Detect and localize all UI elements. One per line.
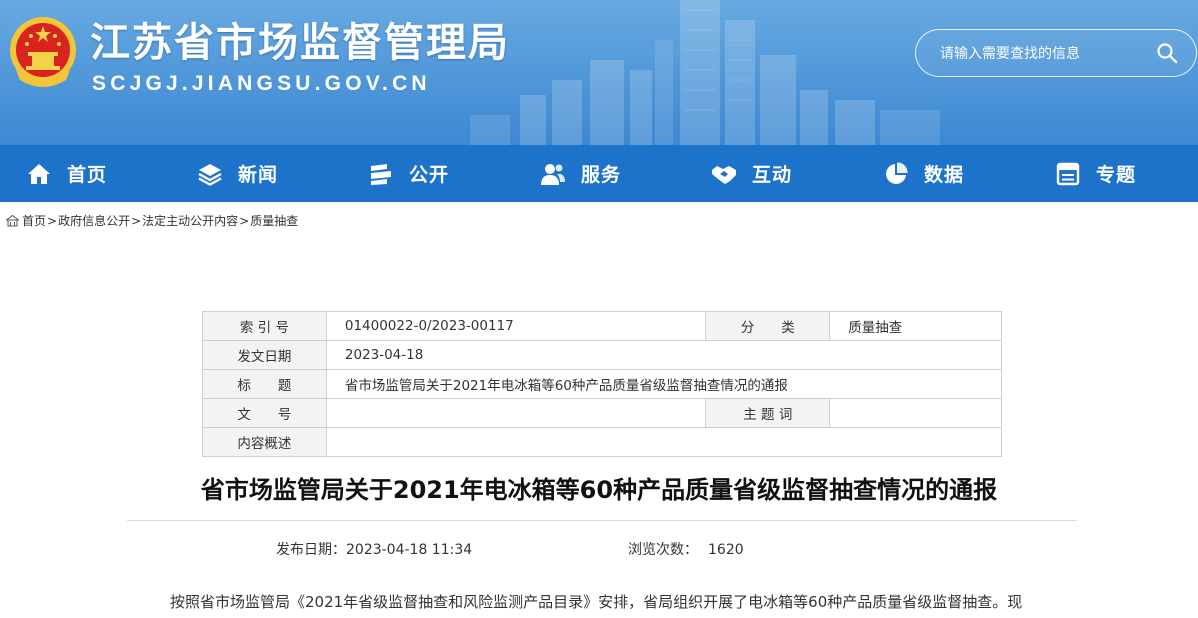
date-label: 发文日期	[202, 340, 327, 370]
breadcrumb-separator: >	[47, 213, 58, 228]
nav-item-open[interactable]: 公开	[368, 145, 449, 202]
nav-label: 新闻	[238, 164, 279, 186]
nav-item-data[interactable]: 数据	[883, 145, 964, 202]
breadcrumb-separator: >	[239, 213, 250, 228]
nav-item-topics[interactable]: 专题	[1055, 145, 1136, 202]
site-header: 江苏省市场监督管理局 SCJGJ.JIANGSU.GOV.CN	[0, 0, 1198, 145]
table-row: 索 引 号 01400022-0/2023-00117 分 类 质量抽查	[202, 311, 1002, 341]
article-title: 省市场监管局关于2021年电冰箱等60种产品质量省级监督抽查情况的通报	[200, 476, 998, 504]
layers-icon	[198, 163, 222, 186]
nav-item-news[interactable]: 新闻	[197, 145, 278, 202]
nav-item-service[interactable]: 服务	[540, 145, 621, 202]
view-count: 浏览次数： 1620	[628, 539, 744, 559]
document-meta-table: 索 引 号 01400022-0/2023-00117 分 类 质量抽查 发文日…	[202, 311, 1003, 457]
nav-item-home[interactable]: 首页	[26, 145, 107, 202]
pie-chart-icon	[886, 161, 908, 184]
breadcrumb-gov-info[interactable]: 政府信息公开	[58, 212, 130, 229]
breadcrumb: 首页 > 政府信息公开 > 法定主动公开内容 > 质量抽查	[6, 212, 298, 229]
view-count-label: 浏览次数：	[628, 542, 698, 558]
subject-label: 主 题 词	[705, 398, 831, 428]
site-domain: SCJGJ.JIANGSU.GOV.CN	[92, 72, 431, 95]
publish-date-value: 2023-04-18 11:34	[346, 542, 473, 558]
index-label: 索 引 号	[202, 311, 327, 341]
national-emblem-icon	[10, 17, 76, 87]
date-value: 2023-04-18	[325, 340, 1003, 370]
breadcrumb-quality-check[interactable]: 质量抽查	[250, 212, 298, 229]
breadcrumb-legal-content[interactable]: 法定主动公开内容	[142, 212, 238, 229]
nav-label: 公开	[409, 164, 450, 186]
nav-label: 首页	[67, 164, 108, 186]
publish-date: 发布日期：2023-04-18 11:34	[276, 539, 472, 559]
table-row: 发文日期 2023-04-18	[202, 340, 1003, 370]
category-value: 质量抽查	[829, 311, 1002, 341]
nav-label: 数据	[924, 164, 965, 186]
title-label: 标 题	[202, 369, 327, 399]
handshake-icon	[712, 165, 736, 184]
category-label: 分 类	[705, 311, 831, 341]
home-icon	[28, 163, 50, 184]
breadcrumb-home-icon	[6, 214, 19, 226]
breadcrumb-home[interactable]: 首页	[22, 212, 46, 229]
summary-value	[325, 427, 1003, 457]
search-box	[915, 29, 1197, 77]
title-value: 省市场监管局关于2021年电冰箱等60种产品质量省级监督抽查情况的通报	[325, 369, 1003, 399]
docno-value	[325, 398, 707, 428]
nav-item-interact[interactable]: 互动	[711, 145, 792, 202]
main-nav: 首页 新闻 公开 服务 互动 数据 专题	[0, 145, 1198, 202]
docno-label: 文 号	[202, 398, 327, 428]
nav-label: 互动	[752, 164, 793, 186]
title-divider	[127, 520, 1077, 521]
table-row: 内容概述	[202, 427, 1003, 457]
publish-date-label: 发布日期：	[276, 542, 346, 558]
view-count-value: 1620	[708, 542, 744, 558]
users-icon	[541, 163, 565, 185]
nav-label: 服务	[581, 164, 622, 186]
site-title[interactable]: 江苏省市场监督管理局	[90, 10, 510, 68]
index-value: 01400022-0/2023-00117	[325, 311, 707, 341]
subject-value	[829, 398, 1002, 428]
nav-label: 专题	[1096, 164, 1137, 186]
search-icon[interactable]	[1156, 42, 1178, 64]
breadcrumb-separator: >	[131, 213, 142, 228]
table-row: 标 题 省市场监管局关于2021年电冰箱等60种产品质量省级监督抽查情况的通报	[202, 369, 1003, 399]
stack-icon	[371, 163, 391, 185]
article-body-paragraph: 按照省市场监管局《2021年省级监督抽查和风险监测产品目录》安排，省局组织开展了…	[170, 593, 1023, 611]
table-row: 文 号 主 题 词	[202, 398, 1002, 428]
search-input[interactable]	[938, 40, 1152, 68]
window-icon	[1056, 162, 1080, 185]
summary-label: 内容概述	[202, 427, 327, 457]
